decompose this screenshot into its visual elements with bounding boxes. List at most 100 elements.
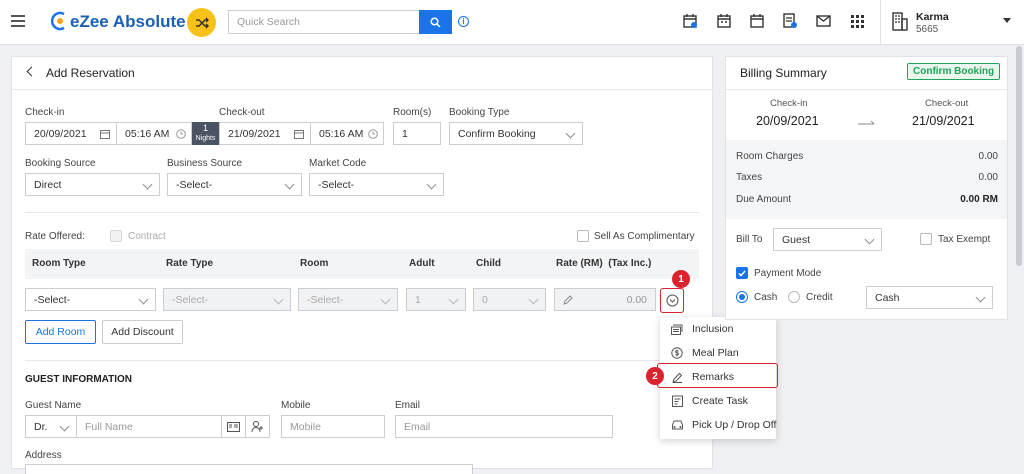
clock-icon xyxy=(176,129,186,139)
billing-title: Billing Summary xyxy=(740,66,827,80)
menu-item-inclusion[interactable]: Inclusion xyxy=(660,317,778,341)
calendar-icon[interactable] xyxy=(750,13,765,32)
checkin-time-field[interactable]: 05:16 AM xyxy=(116,122,192,145)
checkin-date-field[interactable]: 20/09/2021 xyxy=(25,122,117,145)
complimentary-checkbox[interactable] xyxy=(577,230,589,242)
market-code-select[interactable]: -Select- xyxy=(309,173,444,196)
booking-source-value: Direct xyxy=(34,178,62,191)
contract-checkbox[interactable] xyxy=(110,230,122,242)
checkin-label: Check-in xyxy=(25,107,65,118)
due-amount-value: 0.00 RM xyxy=(960,194,998,205)
room-select[interactable]: -Select- xyxy=(298,288,398,311)
add-guest-button[interactable] xyxy=(245,415,270,438)
hamburger-menu-icon[interactable] xyxy=(11,15,25,27)
room-charges-label: Room Charges xyxy=(736,151,804,162)
adult-select[interactable]: 1 xyxy=(406,288,466,311)
shuffle-icon[interactable] xyxy=(187,8,216,37)
column-header-adult: Adult xyxy=(409,258,435,269)
child-value: 0 xyxy=(482,293,488,306)
guest-name-input[interactable]: Full Name xyxy=(76,415,222,438)
task-icon xyxy=(671,395,683,407)
property-name[interactable]: Karma xyxy=(916,11,949,23)
chevron-down-icon xyxy=(528,294,539,305)
billing-checkout-label: Check-out xyxy=(925,98,969,109)
taxes-value: 0.00 xyxy=(978,172,998,183)
status-badge: Confirm Booking xyxy=(907,63,1001,80)
document-status-icon[interactable] xyxy=(783,13,798,32)
credit-radio[interactable] xyxy=(788,291,800,303)
menu-item-create-task[interactable]: Create Task xyxy=(660,389,778,413)
column-header-room: Room xyxy=(300,258,329,269)
search-button[interactable] xyxy=(419,10,452,34)
booking-type-select[interactable]: Confirm Booking xyxy=(449,122,583,145)
add-room-button[interactable]: Add Room xyxy=(25,320,96,344)
rate-type-select[interactable]: -Select- xyxy=(163,288,291,311)
menu-item-label: Pick Up / Drop Off xyxy=(692,419,777,431)
booking-source-select[interactable]: Direct xyxy=(25,173,160,196)
menu-item-meal-plan[interactable]: Meal Plan xyxy=(660,341,778,365)
address-label: Address xyxy=(25,450,62,461)
mobile-input[interactable]: Mobile xyxy=(281,415,385,438)
remarks-highlight xyxy=(657,363,778,388)
checkout-time-field[interactable]: 05:16 AM xyxy=(310,122,384,145)
email-input[interactable]: Email xyxy=(395,415,613,438)
search-input[interactable]: Quick Search xyxy=(228,10,419,34)
guest-title-select[interactable]: Dr. xyxy=(25,415,77,438)
app-logo-icon xyxy=(49,11,67,31)
tax-exempt-checkbox[interactable] xyxy=(920,233,932,245)
rooms-label: Room(s) xyxy=(393,107,432,118)
room-charges-value: 0.00 xyxy=(978,151,998,162)
complimentary-label: Sell As Complimentary xyxy=(594,231,695,242)
business-source-value: -Select- xyxy=(176,178,213,191)
mail-icon[interactable] xyxy=(816,15,831,30)
room-type-select[interactable]: -Select- xyxy=(25,288,156,311)
rate-offered-label: Rate Offered: xyxy=(25,231,85,242)
page-title: Add Reservation xyxy=(46,66,135,80)
chevron-down-icon xyxy=(142,179,153,190)
add-user-icon xyxy=(251,421,263,433)
cash-radio[interactable] xyxy=(736,291,748,303)
add-discount-button[interactable]: Add Discount xyxy=(102,320,183,344)
payment-method-select[interactable]: Cash xyxy=(866,286,993,309)
email-placeholder: Email xyxy=(404,420,431,433)
business-source-select[interactable]: -Select- xyxy=(167,173,302,196)
chevron-down-icon xyxy=(273,294,284,305)
chevron-down-icon xyxy=(380,294,391,305)
cash-label: Cash xyxy=(754,292,778,303)
row-options-button[interactable] xyxy=(660,288,684,313)
apps-grid-icon[interactable] xyxy=(851,15,864,31)
menu-item-pickup-dropoff[interactable]: Pick Up / Drop Off xyxy=(660,413,778,437)
booking-source-label: Booking Source xyxy=(25,158,96,169)
checkout-date-field[interactable]: 21/09/2021 xyxy=(219,122,311,145)
booking-type-label: Booking Type xyxy=(449,107,510,118)
address-input[interactable] xyxy=(25,464,473,474)
column-header-room-type: Room Type xyxy=(32,258,86,269)
rate-value: 0.00 xyxy=(626,293,647,306)
info-icon[interactable]: i xyxy=(458,16,469,27)
pencil-icon xyxy=(563,295,573,305)
scrollbar[interactable] xyxy=(1016,46,1022,266)
rate-input[interactable]: 0.00 xyxy=(554,288,656,311)
bill-to-label: Bill To xyxy=(736,234,763,245)
market-code-value: -Select- xyxy=(318,178,355,191)
adult-value: 1 xyxy=(415,293,421,306)
nights-label: Nights xyxy=(195,135,216,142)
billing-checkin-label: Check-in xyxy=(770,98,808,109)
id-card-button[interactable] xyxy=(221,415,246,438)
calendar-icon xyxy=(294,130,304,139)
payment-mode-checkbox[interactable] xyxy=(736,267,748,279)
payment-method-value: Cash xyxy=(875,291,900,304)
calendar-grid-icon[interactable] xyxy=(717,13,732,32)
clock-icon xyxy=(368,129,378,139)
step-2-badge: 2 xyxy=(646,367,664,385)
property-dropdown-icon[interactable] xyxy=(1003,18,1011,23)
menu-item-label: Create Task xyxy=(692,395,748,407)
bill-to-select[interactable]: Guest xyxy=(773,228,882,251)
new-reservation-icon[interactable] xyxy=(683,13,698,32)
child-select[interactable]: 0 xyxy=(473,288,546,311)
rooms-input[interactable]: 1 xyxy=(393,122,441,145)
chevron-down-icon xyxy=(138,294,149,305)
meal-plan-icon xyxy=(671,347,683,359)
due-amount-row: Due Amount 0.00 RM xyxy=(736,194,998,205)
checkin-time-value: 05:16 AM xyxy=(125,127,170,140)
